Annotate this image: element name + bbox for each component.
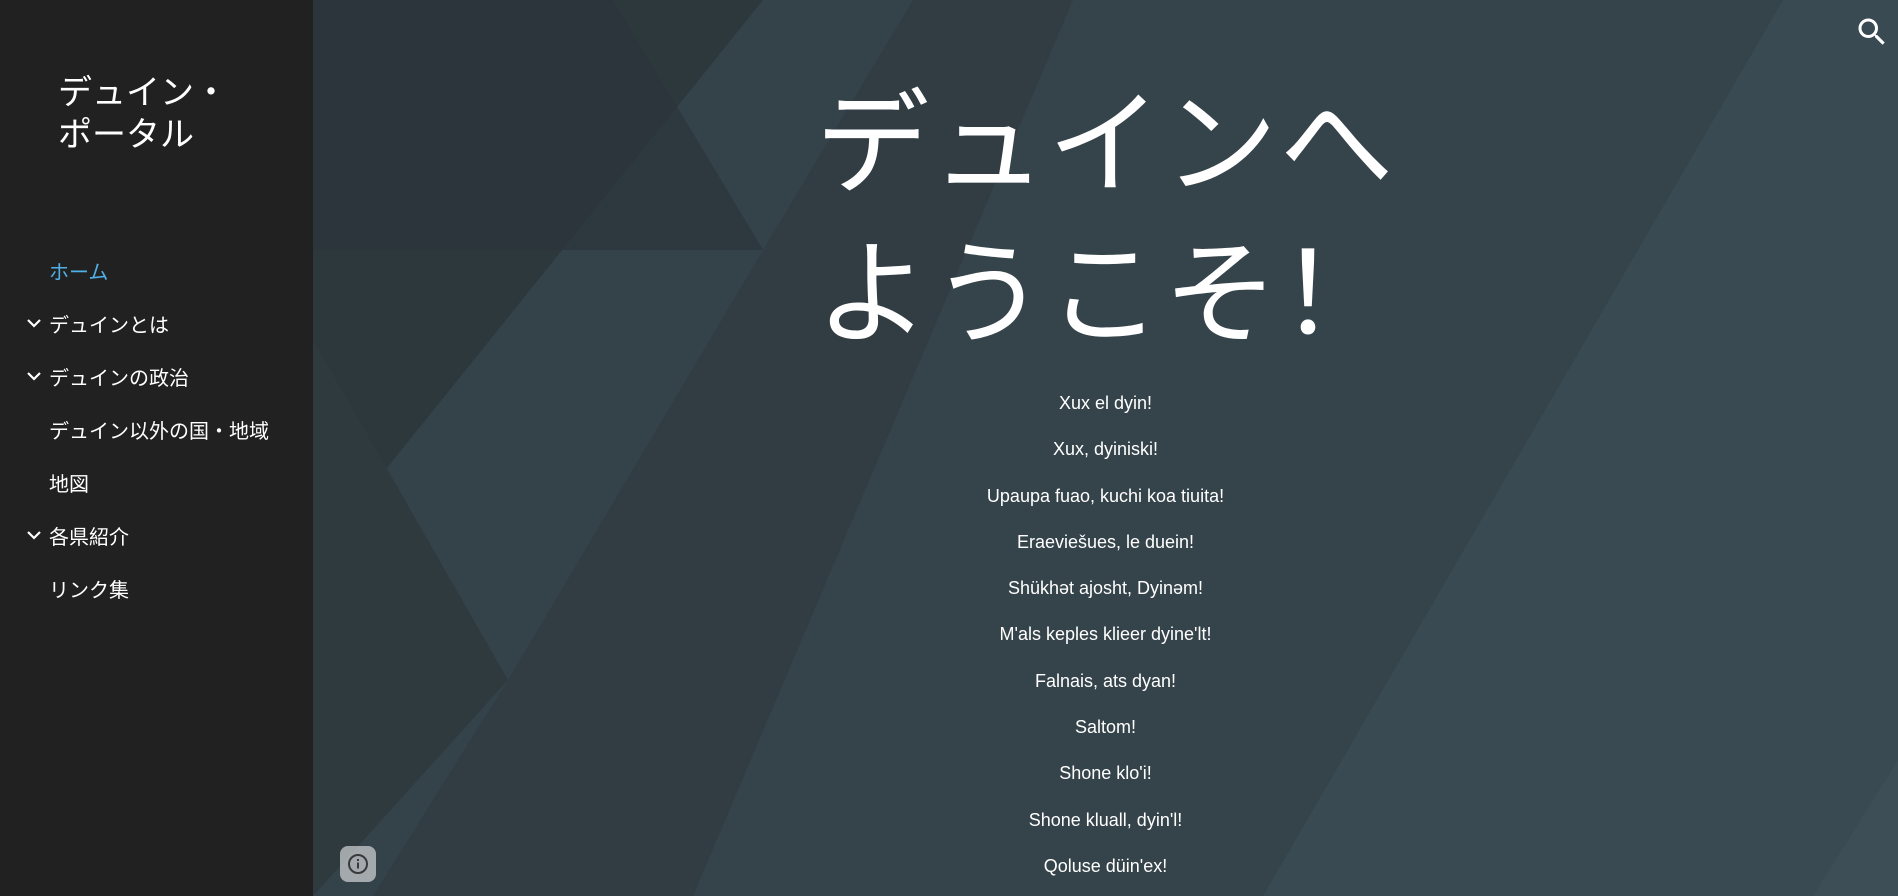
greeting-line: Falnais, ats dyan! bbox=[1034, 670, 1177, 691]
chevron-down-icon[interactable] bbox=[26, 315, 42, 331]
search-icon bbox=[1858, 18, 1885, 45]
info-button[interactable] bbox=[340, 846, 376, 882]
chevron-down-icon[interactable] bbox=[26, 527, 42, 543]
info-icon bbox=[348, 854, 368, 874]
greeting-line: Saltom! bbox=[1074, 717, 1137, 738]
greeting-line: Qoluse düin'ex! bbox=[1043, 855, 1168, 876]
sidebar-item-2[interactable]: デュインの政治 bbox=[0, 350, 313, 403]
sidebar-item-label: 各県紹介 bbox=[49, 525, 129, 549]
search-button[interactable] bbox=[1854, 14, 1890, 50]
sidebar-item-label: デュイン以外の国・地域 bbox=[49, 419, 269, 443]
greeting-line: Eraeviešues, le duein! bbox=[1016, 531, 1195, 552]
chevron-down-icon[interactable] bbox=[26, 368, 42, 384]
greeting-line: Xux el dyin! bbox=[1058, 393, 1153, 413]
greeting-line: Shükhət ajosht, Dyinəm! bbox=[1007, 578, 1204, 599]
greeting-line: Shone kluall, dyin'l! bbox=[1028, 809, 1183, 830]
hero-title: デュインへ ようこそ！ bbox=[313, 70, 1898, 370]
sidebar-item-label: リンク集 bbox=[49, 578, 129, 602]
sidebar-item-1[interactable]: デュインとは bbox=[0, 297, 313, 350]
main-content: デュインへ ようこそ！ Xux el dyin! Xux, dyiniski! Upa… bbox=[313, 0, 1898, 896]
greeting-line: Upaupa fuao, kuchi koa tiuita! bbox=[986, 485, 1225, 506]
greeting-line: M'als keples klieer dyine'lt! bbox=[999, 624, 1212, 645]
sidebar-item-5[interactable]: 各県紹介 bbox=[0, 509, 313, 562]
sidebar-item-0[interactable]: ホーム bbox=[0, 244, 313, 297]
sidebar-item-label: デュインの政治 bbox=[49, 366, 189, 390]
sidebar-item-label: ホーム bbox=[49, 260, 109, 284]
greeting-line: Shone klo'i! bbox=[1059, 763, 1152, 784]
greetings-list: Xux el dyin! Xux, dyiniski! Upaupa fuao, k… bbox=[313, 388, 1898, 896]
sidebar-item-6[interactable]: リンク集 bbox=[0, 562, 313, 615]
sidebar-item-3[interactable]: デュイン以外の国・地域 bbox=[0, 403, 313, 456]
site-title[interactable]: デュイン・ ポータル bbox=[58, 72, 258, 156]
sidebar-item-label: 地図 bbox=[49, 472, 89, 496]
hero-title-text: デュインへ ようこそ！ bbox=[815, 78, 1396, 361]
sidebar-item-4[interactable]: 地図 bbox=[0, 456, 313, 509]
sidebar-nav: ホームデュインとは デュインの政治デュイン以外の国・地域 地図各県紹介リンク集 bbox=[0, 244, 313, 615]
sidebar: デュイン・ ポータル ホームデュインとは デュインの政治デュイン以外の国・地域 地図各… bbox=[0, 0, 313, 896]
greeting-line: Xux, dyiniski! bbox=[1052, 439, 1159, 460]
sidebar-item-label: デュインとは bbox=[49, 313, 169, 337]
